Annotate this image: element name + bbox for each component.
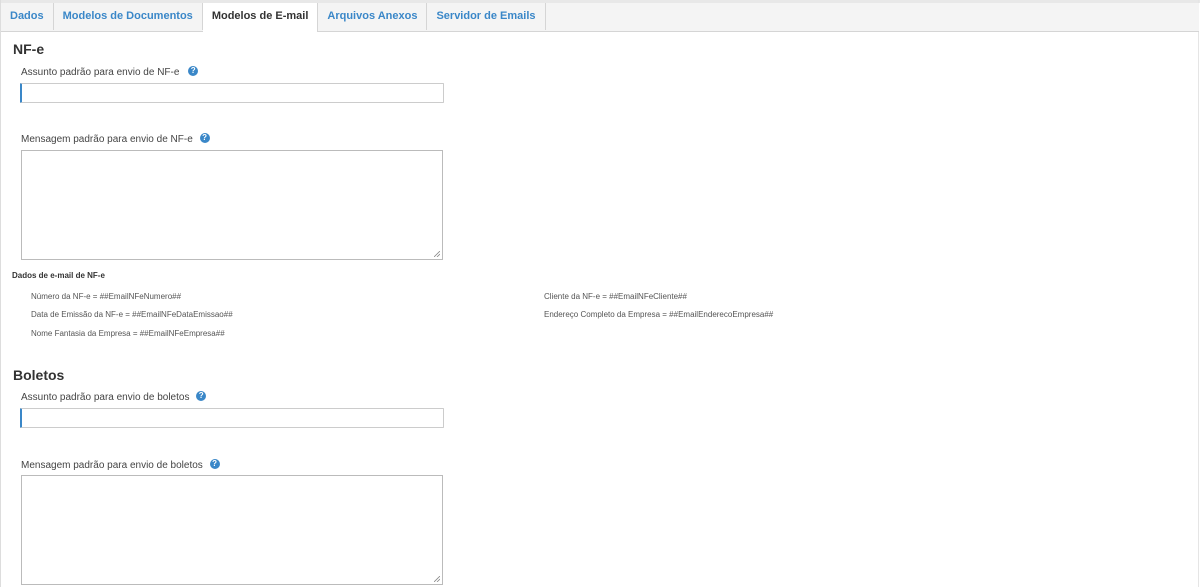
help-icon[interactable]: ?	[209, 459, 220, 470]
var-endereco: Endereço Completo da Empresa = ##EmailEn…	[544, 310, 774, 319]
nfe-message-label: Mensagem padrão para envio de NF-e ?	[21, 133, 210, 145]
nfe-section-title: NF-e	[13, 41, 45, 57]
help-icon[interactable]: ?	[188, 66, 199, 77]
tab-dados[interactable]: Dados	[1, 3, 54, 30]
var-cliente: Cliente da NF-e = ##EmailNFeCliente##	[544, 292, 687, 301]
nfe-vars-title: Dados de e-mail de NF-e	[12, 271, 105, 280]
resize-handle-icon[interactable]	[434, 576, 440, 582]
help-icon[interactable]: ?	[196, 391, 207, 402]
nfe-subject-label-text: Assunto padrão para envio de NF-e	[21, 67, 180, 78]
var-data-emissao: Data de Emissão da NF-e = ##EmailNFeData…	[31, 310, 233, 319]
var-numero: Número da NF-e = ##EmailNFeNumero##	[31, 292, 182, 301]
boletos-message-label-text: Mensagem padrão para envio de boletos	[21, 460, 203, 471]
resize-handle-icon[interactable]	[434, 251, 440, 257]
help-icon[interactable]: ?	[199, 133, 210, 144]
boletos-subject-input[interactable]	[20, 408, 444, 428]
tab-servidor-emails[interactable]: Servidor de Emails	[427, 3, 546, 30]
tab-arquivos-anexos[interactable]: Arquivos Anexos	[318, 3, 428, 30]
boletos-subject-label: Assunto padrão para envio de boletos ?	[21, 391, 207, 403]
nfe-message-textarea[interactable]	[21, 150, 443, 260]
nfe-subject-input[interactable]	[20, 83, 444, 103]
var-nome-fantasia: Nome Fantasia da Empresa = ##EmailNFeEmp…	[31, 329, 225, 338]
nfe-subject-label: Assunto padrão para envio de NF-e ?	[21, 66, 199, 78]
nfe-message-label-text: Mensagem padrão para envio de NF-e	[21, 134, 193, 145]
tab-bar: Dados Modelos de Documentos Modelos de E…	[1, 3, 1199, 32]
boletos-message-label: Mensagem padrão para envio de boletos ?	[21, 459, 220, 471]
boletos-subject-label-text: Assunto padrão para envio de boletos	[21, 392, 190, 403]
tab-modelos-email[interactable]: Modelos de E-mail	[202, 3, 319, 32]
tab-modelos-documentos[interactable]: Modelos de Documentos	[54, 3, 203, 30]
boletos-message-textarea[interactable]	[21, 475, 443, 585]
boletos-section-title: Boletos	[13, 367, 65, 383]
